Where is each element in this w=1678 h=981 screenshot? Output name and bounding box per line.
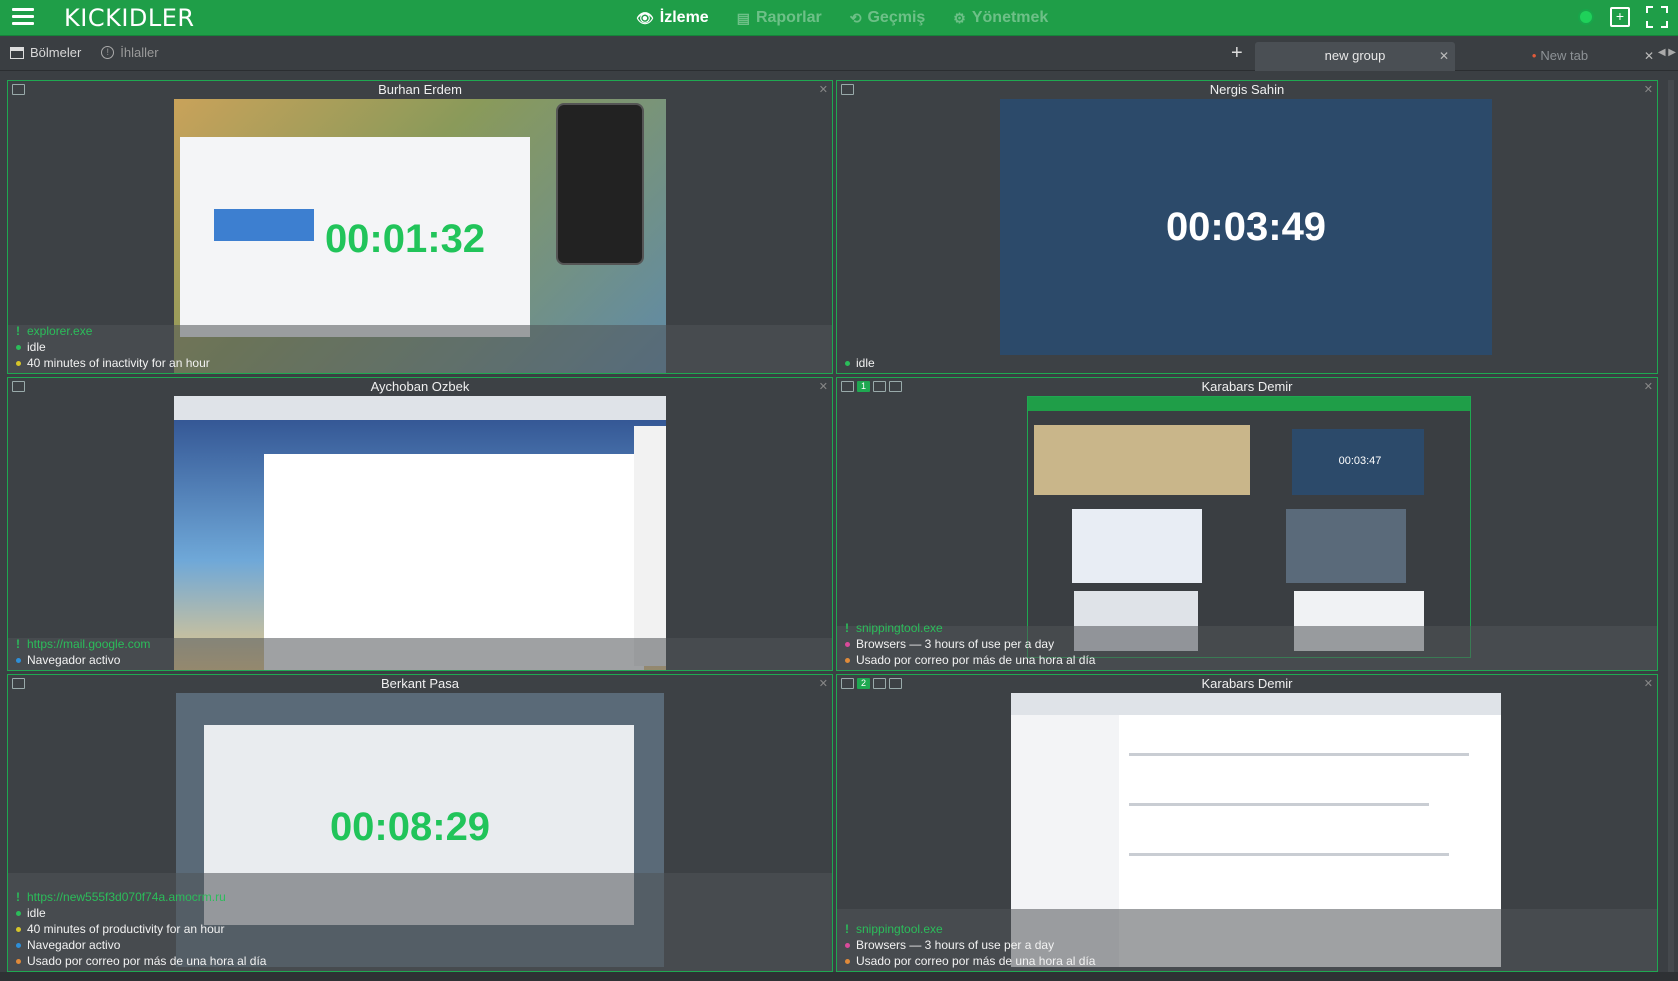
status-text: idle	[27, 340, 46, 354]
close-icon[interactable]: ✕	[1644, 380, 1653, 393]
tab-label: new group	[1324, 48, 1386, 63]
nav-manage[interactable]: ⚙ Yönetmek	[953, 9, 1048, 27]
nav-monitoring-label: İzleme	[659, 9, 709, 26]
nav-reports[interactable]: ▤ Raporlar	[737, 9, 822, 27]
activity-info: ! snippingtool.exe Browsers — 3 hours of …	[845, 620, 1096, 667]
info-icon: !	[101, 46, 115, 59]
monitoring-grid: Burhan Erdem ✕ 00:01:32 ! explorer.exe id…	[7, 80, 1658, 972]
add-screen-icon[interactable]: +	[1610, 7, 1630, 27]
nav-history[interactable]: ⟲ Geçmiş	[850, 9, 926, 27]
app-logo: KICKIDLER	[64, 4, 195, 32]
active-app[interactable]: snippingtool.exe	[856, 620, 943, 636]
horizontal-scrollbar[interactable]	[0, 972, 1678, 981]
active-app[interactable]: https://new555f3d070f74a.amocrm.ru	[27, 889, 226, 905]
violations-button[interactable]: ! İhlaller	[101, 45, 159, 60]
activity-info: idle	[845, 355, 875, 371]
connection-status-icon	[1578, 9, 1594, 25]
status-text: Navegador activo	[27, 653, 121, 667]
violations-label: İhlaller	[120, 45, 159, 60]
report-icon: ▤	[736, 9, 750, 26]
employee-pane[interactable]: Burhan Erdem ✕ 00:01:32 ! explorer.exe id…	[7, 80, 833, 374]
employee-name: Karabars Demir	[1201, 379, 1293, 394]
employee-name: Burhan Erdem	[378, 82, 462, 97]
screen-thumbnail[interactable]: 00:03:47	[1027, 396, 1471, 658]
employee-pane[interactable]: 1 Karabars Demir ✕ 00:03:47 ! snippingtoo…	[836, 377, 1658, 671]
tab-new-tab[interactable]: • New tab ✕	[1460, 42, 1660, 71]
nav-manage-label: Yönetmek	[971, 9, 1049, 26]
layout-icon	[10, 46, 24, 59]
sub-bar: Bölmeler ! İhlaller + new group ✕ • New t…	[0, 37, 1678, 71]
violation-text: Usado por correo por más de una hora al …	[27, 954, 267, 968]
activity-info: ! explorer.exe idle 40 minutes of inactiv…	[16, 323, 210, 370]
eye-icon: 👁	[636, 9, 654, 26]
violation-text: Browsers — 3 hours of use per a day	[856, 637, 1055, 651]
nav-history-label: Geçmiş	[867, 9, 926, 26]
add-tab-button[interactable]: +	[1231, 42, 1243, 65]
violation-text: Usado por correo por más de una hora al …	[856, 954, 1096, 968]
menu-icon[interactable]	[12, 8, 34, 26]
employee-name: Aychoban Ozbek	[370, 379, 470, 394]
employee-pane[interactable]: Nergis Sahin ✕ 00:03:49 idle	[836, 80, 1658, 374]
activity-info: ! https://new555f3d070f74a.amocrm.ru idle…	[16, 889, 267, 968]
tab-label: New tab	[1540, 48, 1589, 63]
tab-scroll-arrows-icon[interactable]: ◀ ▶	[1658, 47, 1676, 58]
violation-text: Browsers — 3 hours of use per a day	[856, 938, 1055, 952]
session-timer: 00:03:49	[1165, 205, 1327, 249]
close-icon[interactable]: ✕	[1644, 42, 1654, 70]
unsaved-dot-icon: •	[1531, 48, 1537, 63]
employee-pane[interactable]: Berkant Pasa ✕ 00:08:29 ! https://new555f…	[7, 674, 833, 972]
close-icon[interactable]: ✕	[1644, 677, 1653, 690]
screen-thumbnail[interactable]	[174, 396, 666, 670]
employee-pane[interactable]: 2 Karabars Demir ✕ ! snippingtool.exe Bro…	[836, 674, 1658, 972]
nav-reports-label: Raporlar	[755, 9, 822, 26]
status-text: idle	[856, 356, 875, 370]
vertical-scrollbar[interactable]	[1668, 80, 1674, 972]
close-icon[interactable]: ✕	[1439, 42, 1449, 70]
session-timer: 00:03:47	[1338, 455, 1382, 467]
sections-label: Bölmeler	[30, 45, 82, 60]
status-text: idle	[27, 906, 46, 920]
violation-text: 40 minutes of inactivity for an hour	[27, 356, 210, 370]
close-icon[interactable]: ✕	[1644, 83, 1653, 96]
main-nav: 👁 İzleme ▤ Raporlar ⟲ Geçmiş ⚙ Yönetmek	[636, 0, 1048, 36]
active-app[interactable]: https://mail.google.com	[27, 636, 150, 652]
close-icon[interactable]: ✕	[819, 380, 828, 393]
session-timer: 00:08:29	[329, 805, 491, 849]
activity-info: ! snippingtool.exe Browsers — 3 hours of …	[845, 921, 1096, 968]
tab-new-group[interactable]: new group ✕	[1255, 42, 1455, 71]
gear-icon: ⚙	[953, 9, 966, 26]
status-text: Navegador activo	[27, 938, 121, 952]
top-bar: KICKIDLER 👁 İzleme ▤ Raporlar ⟲ Geçmiş ⚙…	[0, 0, 1678, 36]
fullscreen-icon[interactable]	[1646, 6, 1668, 28]
active-app[interactable]: explorer.exe	[27, 323, 92, 339]
employee-name: Berkant Pasa	[380, 676, 460, 691]
sections-button[interactable]: Bölmeler	[10, 45, 81, 60]
screen-thumbnail[interactable]: 00:03:49	[1000, 99, 1492, 355]
activity-info: ! https://mail.google.com Navegador activ…	[16, 636, 151, 667]
violation-text: Usado por correo por más de una hora al …	[856, 653, 1096, 667]
history-icon: ⟲	[849, 9, 862, 26]
employee-pane[interactable]: Aychoban Ozbek ✕ ! https://mail.google.co…	[7, 377, 833, 671]
productivity-text: 40 minutes of productivity for an hour	[27, 922, 225, 936]
employee-name: Karabars Demir	[1201, 676, 1293, 691]
nav-monitoring[interactable]: 👁 İzleme	[636, 9, 709, 27]
top-right-controls: +	[1578, 6, 1668, 28]
active-app[interactable]: snippingtool.exe	[856, 921, 943, 937]
employee-name: Nergis Sahin	[1209, 82, 1285, 97]
close-icon[interactable]: ✕	[819, 83, 828, 96]
close-icon[interactable]: ✕	[819, 677, 828, 690]
session-timer: 00:01:32	[324, 217, 486, 261]
